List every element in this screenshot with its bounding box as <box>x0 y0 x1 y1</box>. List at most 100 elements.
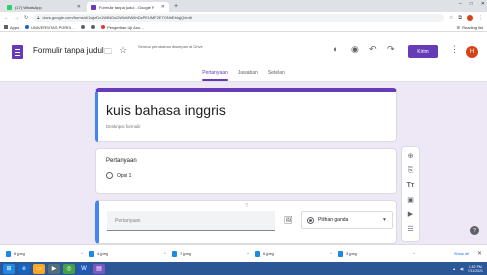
download-item[interactable]: 3.jpeg ^ <box>338 250 421 257</box>
tab-settings[interactable]: Setelan <box>268 70 285 79</box>
back-icon[interactable]: ← <box>4 15 9 21</box>
radio-button[interactable] <box>106 172 113 179</box>
show-all-link[interactable]: Show all <box>454 251 469 256</box>
bookmark-icon-only[interactable] <box>91 25 96 29</box>
undo-icon[interactable]: ↶ <box>369 44 377 55</box>
bookmark-universitas[interactable]: UNIVERSITAS PGRIS… <box>25 25 75 30</box>
bookmark-label: UNIVERSITAS PGRIS… <box>31 24 76 30</box>
add-image-icon[interactable]: ▣ <box>407 196 414 207</box>
menu-icon[interactable]: ⋮ <box>478 15 483 21</box>
add-video-icon[interactable]: ▶ <box>408 210 413 221</box>
add-section-icon[interactable]: ☰ <box>407 225 413 236</box>
help-icon[interactable]: ? <box>470 226 479 235</box>
chevron-up-icon[interactable]: ^ <box>164 251 166 256</box>
image-file-icon <box>6 250 11 257</box>
redo-icon[interactable]: ↷ <box>387 44 395 55</box>
minimize-button[interactable]: – <box>459 1 462 7</box>
app-icon[interactable]: ▤ <box>93 263 105 274</box>
folder-icon[interactable]: 🗀︎ <box>104 46 112 60</box>
address-bar-actions: ☆ ⧉ ⋮ <box>449 14 483 21</box>
reading-list[interactable]: ☰ Reading list <box>457 25 484 30</box>
add-image-icon[interactable]: 🖼︎ <box>284 216 293 224</box>
ie-icon[interactable]: e <box>18 263 30 274</box>
more-options-icon[interactable]: ⋮ <box>450 44 459 55</box>
add-question-icon[interactable]: ⊕ <box>408 152 414 163</box>
extensions-icon[interactable]: ⧉ <box>458 15 462 21</box>
bookmark-star-icon[interactable]: ☆ <box>449 15 453 21</box>
star-icon[interactable]: ☆ <box>119 45 127 56</box>
university-icon <box>25 25 30 29</box>
close-tab-icon[interactable]: ✕ <box>161 4 165 10</box>
screen: (17) WhatsApp ✕ Formulir tanpa judul - G… <box>0 0 487 275</box>
tab-questions[interactable]: Pertanyaan <box>202 70 228 81</box>
google-forms-icon[interactable] <box>12 45 23 59</box>
question-type-select[interactable]: Pilihan ganda ▼ <box>301 211 393 229</box>
forms-header: Formulir tanpa judul 🗀︎ ☆ Semua perubaha… <box>0 32 487 82</box>
bookmark-apps[interactable]: Apps <box>4 25 19 30</box>
url-field[interactable]: 🔒︎ docs.google.com/forms/d/1wjzDx1WtNGuD… <box>33 13 444 22</box>
add-title-icon[interactable]: Tт <box>407 181 415 192</box>
chevron-up-icon[interactable]: ^ <box>247 251 249 256</box>
bookmark-icon-only[interactable] <box>81 25 86 29</box>
chevron-up-icon[interactable]: ^ <box>413 251 415 256</box>
import-questions-icon[interactable]: ⎘ <box>408 166 414 177</box>
media-icon[interactable]: ▶ <box>48 263 60 274</box>
chevron-up-icon[interactable]: ^ <box>330 251 332 256</box>
question-placeholder: Pertanyaan <box>115 217 141 224</box>
globe-icon <box>81 25 86 29</box>
bookmarks-bar: Apps UNIVERSITAS PGRIS… Pengertian Uji A… <box>0 23 487 32</box>
clock[interactable]: 1:52 PM 7/11/2021 <box>468 265 483 273</box>
drag-handle-icon[interactable]: ⠿ <box>245 203 249 209</box>
maximize-button[interactable]: □ <box>470 1 473 7</box>
preview-eye-icon[interactable]: ◉ <box>351 44 359 55</box>
close-window-button[interactable]: ✕ <box>481 1 485 7</box>
browser-tab-strip: (17) WhatsApp ✕ Formulir tanpa judul - G… <box>0 0 487 12</box>
reload-icon[interactable]: ↻ <box>24 15 28 21</box>
bookmark-label: Pengertian Uji Asu… <box>107 24 144 30</box>
profile-avatar[interactable] <box>467 14 473 21</box>
send-button[interactable]: Kirim <box>408 45 438 58</box>
question-title: Pertanyaan <box>106 158 137 164</box>
chrome-icon[interactable]: ◎ <box>63 263 75 274</box>
network-icon[interactable]: ▲ <box>452 267 455 271</box>
tab-responses[interactable]: Jawaban <box>238 70 258 79</box>
doc-title[interactable]: Formulir tanpa judul <box>33 46 104 55</box>
question-input[interactable]: Pertanyaan <box>107 211 275 231</box>
question-card[interactable]: Pertanyaan Opsi 1 <box>95 148 397 194</box>
file-explorer-icon[interactable]: ▭ <box>33 263 45 274</box>
new-tab-button[interactable]: + <box>174 2 178 12</box>
account-avatar[interactable]: H <box>466 46 478 58</box>
download-filename: 3.jpeg <box>346 251 357 256</box>
start-button-icon[interactable]: ⊞ <box>3 263 15 274</box>
download-item[interactable]: 6.jpeg ^ <box>255 250 338 257</box>
dropdown-arrow-icon: ▼ <box>382 217 387 223</box>
palette-icon[interactable]: ◐ <box>333 44 338 54</box>
save-status: Semua perubahan disimpan di Drive <box>138 44 203 49</box>
close-downloads-icon[interactable]: ✕ <box>477 250 482 257</box>
clock-date: 7/11/2021 <box>467 268 483 273</box>
browser-tab-whatsapp[interactable]: (17) WhatsApp ✕ <box>3 2 85 12</box>
form-title-card[interactable]: kuis bahasa inggris Deskripsi formulir <box>95 88 397 142</box>
address-bar-row: ← → ↻ 🔒︎ docs.google.com/forms/d/1wjzDx1… <box>0 12 487 23</box>
form-title-field[interactable]: kuis bahasa inggris <box>106 102 226 118</box>
download-item[interactable]: 6.jpeg ^ <box>6 250 89 257</box>
radio-type-icon <box>307 216 314 224</box>
form-description-field[interactable]: Deskripsi formulir <box>106 124 141 129</box>
whatsapp-icon <box>7 4 12 10</box>
question-card-active[interactable]: ⠿ Pertanyaan 🖼︎ Pilihan ganda ▼ <box>95 200 397 244</box>
volume-icon[interactable]: ◀) <box>460 267 464 271</box>
download-item[interactable]: 4.jpeg ^ <box>89 250 172 257</box>
globe-icon <box>91 25 96 29</box>
close-tab-icon[interactable]: ✕ <box>77 4 81 10</box>
download-filename: 6.jpeg <box>263 251 274 256</box>
word-icon[interactable]: W <box>78 263 90 274</box>
bookmark-label: Apps <box>10 24 20 30</box>
download-item[interactable]: 7.jpeg ^ <box>172 250 255 257</box>
tab-label: (17) WhatsApp <box>15 4 42 10</box>
bookmark-uji-asumsi[interactable]: Pengertian Uji Asu… <box>101 25 144 30</box>
forward-icon[interactable]: → <box>14 15 19 21</box>
chevron-up-icon[interactable]: ^ <box>81 251 83 256</box>
question-type-label: Pilihan ganda <box>318 217 349 223</box>
browser-tab-forms[interactable]: Formulir tanpa judul - Google F ✕ <box>87 2 169 12</box>
url-text: docs.google.com/forms/d/1wjzDx1WtNGuDWln… <box>42 15 192 20</box>
